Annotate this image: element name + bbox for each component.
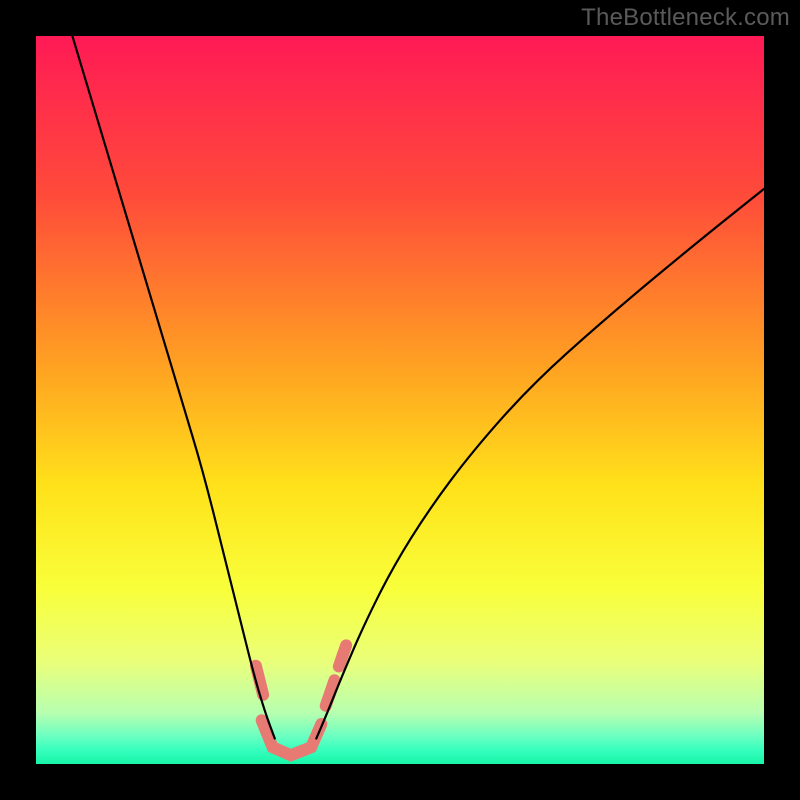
chart-frame: TheBottleneck.com (0, 0, 800, 800)
gradient-background (36, 36, 764, 764)
plot-area (36, 36, 764, 764)
highlight-segment-3 (339, 645, 346, 666)
chart-svg (36, 36, 764, 764)
highlight-segment-2 (326, 680, 335, 705)
watermark-text: TheBottleneck.com (581, 4, 790, 32)
